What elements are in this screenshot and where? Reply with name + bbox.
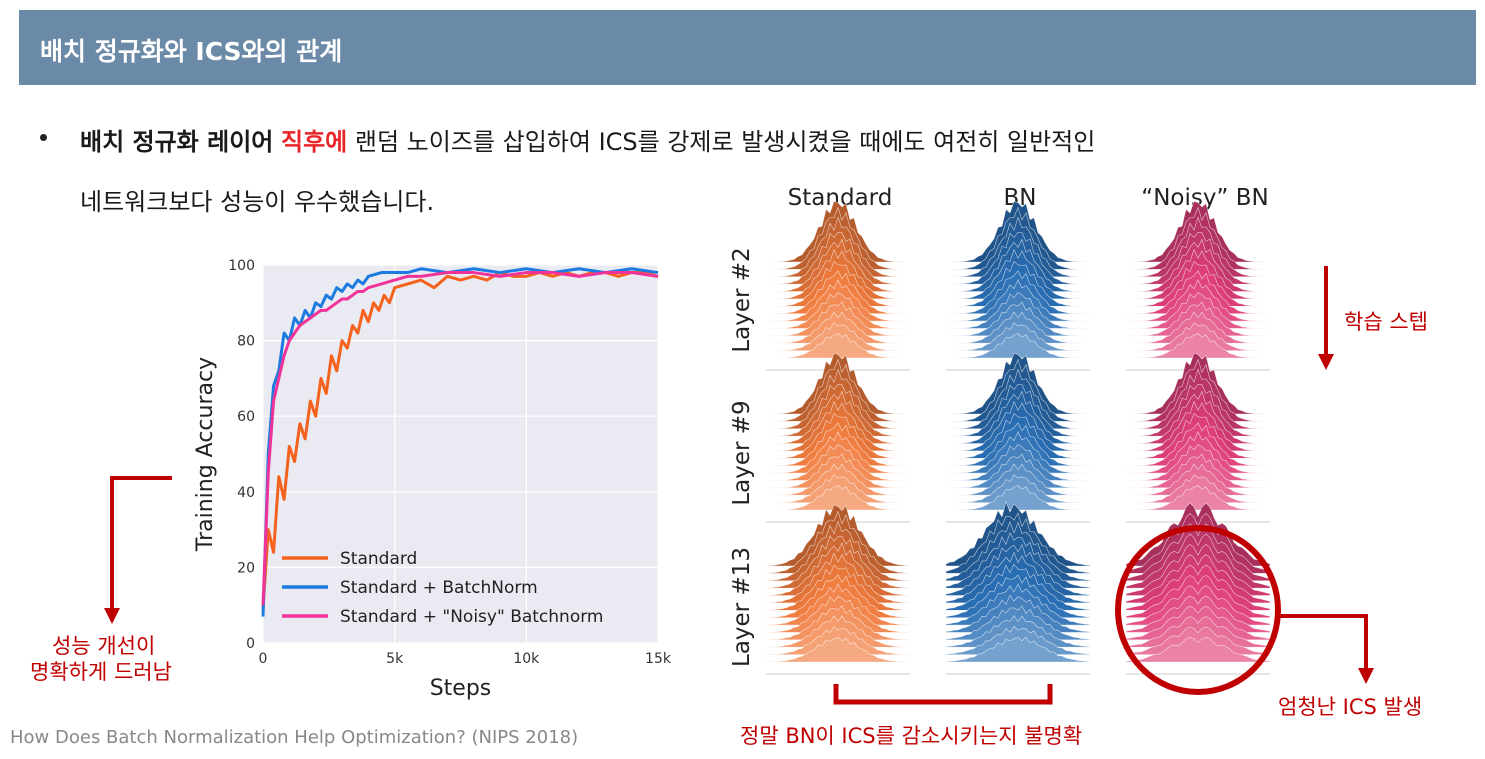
x-tick-label: 15k <box>645 651 672 667</box>
step-arrow <box>1318 266 1334 370</box>
x-axis-label: Steps <box>430 676 492 701</box>
training-accuracy-chart: 0 20 40 60 80 100 0 5k 10k 15k Steps Training Accur… <box>193 258 672 701</box>
y-tick-label: 100 <box>228 258 255 274</box>
x-tick-label: 5k <box>386 651 404 667</box>
training-step-label: 학습 스텝 <box>1344 310 1428 334</box>
ridge-curve <box>945 485 1091 511</box>
huge-ics-label: 엄청난 ICS 발생 <box>1278 695 1423 719</box>
ridge-curve <box>1125 485 1271 511</box>
y-axis-label: Training Accuracy <box>193 357 218 552</box>
y-tick-label: 40 <box>237 485 255 501</box>
x-tick-label: 0 <box>259 651 268 667</box>
legend-label: Standard <box>340 549 417 569</box>
figure-canvas: 0 20 40 60 80 100 0 5k 10k 15k Steps Training Accur… <box>104 200 1374 705</box>
citation-text: How Does Batch Normalization Help Optimi… <box>10 727 579 748</box>
distribution-ridge-grid <box>765 200 1271 675</box>
perf-arrow <box>104 476 172 624</box>
y-tick-label: 20 <box>237 560 255 576</box>
legend-label: Standard + BatchNorm <box>340 578 538 598</box>
y-tick-label: 80 <box>237 334 255 350</box>
perf-improvement-label-2: 명확하게 드러남 <box>30 660 172 684</box>
ridge-curve <box>765 637 911 663</box>
bn-unclear-label: 정말 BN이 ICS를 감소시키는지 불명확 <box>740 724 1083 748</box>
y-tick-label: 0 <box>246 636 255 652</box>
x-tick-label: 10k <box>513 651 540 667</box>
ridge-curve <box>945 636 1091 663</box>
y-tick-label: 60 <box>237 409 255 425</box>
bn-bracket <box>833 684 1053 705</box>
legend-label: Standard + "Noisy" Batchnorm <box>340 607 603 627</box>
